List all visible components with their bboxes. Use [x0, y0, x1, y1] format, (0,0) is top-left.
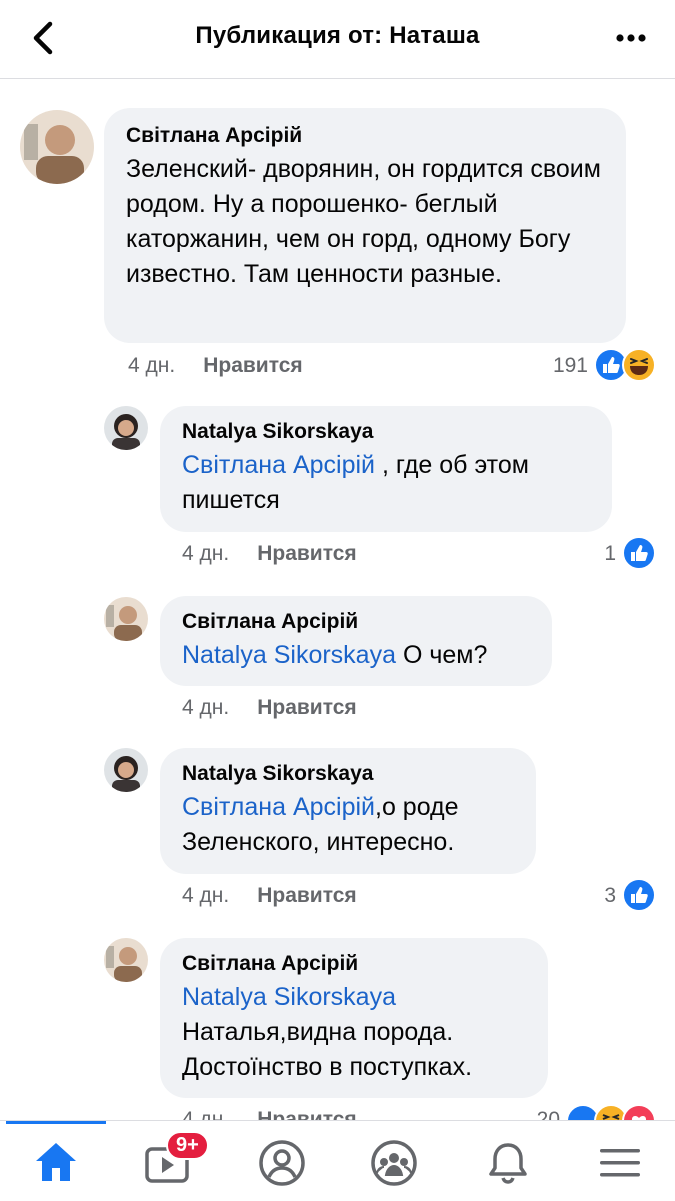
comment-time: 4 дн.: [182, 696, 230, 719]
top-bar: Публикация от: Наташа: [0, 0, 675, 79]
reactions-count[interactable]: 1: [570, 542, 616, 566]
love-icon: [622, 1104, 656, 1120]
comment-meta: 4 дн. Нравится: [128, 354, 303, 378]
page-title: Публикация от: Наташа: [195, 22, 480, 49]
comment-text: Світлана Арсірій,о роде Зеленского, инте…: [182, 793, 459, 856]
like-button[interactable]: Нравится: [257, 1108, 356, 1120]
menu-icon[interactable]: [592, 1135, 648, 1191]
more-options-icon[interactable]: [613, 24, 649, 52]
avatar[interactable]: [20, 110, 94, 184]
comment-bubble[interactable]: Світлана Арсірій Natalya Sikorskaya Ната…: [160, 938, 548, 1098]
like-icon: [622, 878, 656, 912]
like-button[interactable]: Нравится: [257, 884, 356, 907]
comment-author[interactable]: Світлана Арсірій: [182, 952, 526, 976]
reactions-count[interactable]: 3: [570, 884, 616, 908]
comment-bubble[interactable]: Natalya Sikorskaya Світлана Арсірій,о ро…: [160, 748, 536, 874]
video-badge: 9+: [166, 1131, 209, 1160]
comment-text: Зеленский- дворянин, он гордится своим р…: [126, 155, 601, 288]
groups-icon[interactable]: [366, 1135, 422, 1191]
mention-link[interactable]: Світлана Арсірій: [182, 793, 375, 821]
comment-time: 4 дн.: [128, 354, 176, 377]
profile-icon[interactable]: [254, 1135, 310, 1191]
comment-time: 4 дн.: [182, 884, 230, 907]
comment-bubble[interactable]: Світлана Арсірій Natalya Sikorskaya О че…: [160, 596, 552, 686]
comment-meta: 4 дн. Нравится: [182, 884, 357, 908]
comment-text: Natalya Sikorskaya Наталья,видна порода.…: [182, 980, 526, 1085]
reactions-count[interactable]: 20: [510, 1108, 560, 1120]
haha-icon: [622, 348, 656, 382]
comment-meta: 4 дн. Нравится: [182, 542, 357, 566]
notifications-icon[interactable]: [480, 1135, 536, 1191]
comment-author[interactable]: Natalya Sikorskaya: [182, 420, 590, 444]
like-button[interactable]: Нравится: [257, 696, 356, 719]
comment-time: 4 дн.: [182, 1108, 230, 1120]
reactions-row: [566, 1104, 666, 1120]
comment-author[interactable]: Світлана Арсірій: [126, 124, 604, 148]
comment-meta: 4 дн. Нравится: [182, 696, 357, 720]
avatar[interactable]: [104, 406, 148, 450]
avatar[interactable]: [104, 597, 148, 641]
comment-bubble[interactable]: Natalya Sikorskaya Світлана Арсірій , гд…: [160, 406, 612, 532]
comment-text: Світлана Арсірій , где об этом пишется: [182, 451, 529, 514]
comment-text: Natalya Sikorskaya О чем?: [182, 641, 488, 669]
home-icon[interactable]: [28, 1135, 84, 1191]
like-button[interactable]: Нравится: [203, 354, 302, 377]
comment-time: 4 дн.: [182, 542, 230, 565]
avatar[interactable]: [104, 938, 148, 982]
comment-meta: 4 дн. Нравится: [182, 1108, 357, 1120]
active-tab-indicator: [6, 1121, 106, 1124]
like-button[interactable]: Нравится: [257, 542, 356, 565]
reactions-count[interactable]: 191: [530, 354, 588, 378]
bottom-tab-bar: 9+: [0, 1120, 675, 1201]
comment-author[interactable]: Natalya Sikorskaya: [182, 762, 514, 786]
comment-author[interactable]: Світлана Арсірій: [182, 610, 530, 634]
avatar[interactable]: [104, 748, 148, 792]
mention-link[interactable]: Natalya Sikorskaya: [182, 980, 526, 1015]
like-icon: [622, 536, 656, 570]
mention-link[interactable]: Natalya Sikorskaya: [182, 641, 396, 669]
comment-bubble[interactable]: Світлана Арсірій Зеленский- дворянин, он…: [104, 108, 626, 343]
mention-link[interactable]: Світлана Арсірій: [182, 451, 375, 479]
